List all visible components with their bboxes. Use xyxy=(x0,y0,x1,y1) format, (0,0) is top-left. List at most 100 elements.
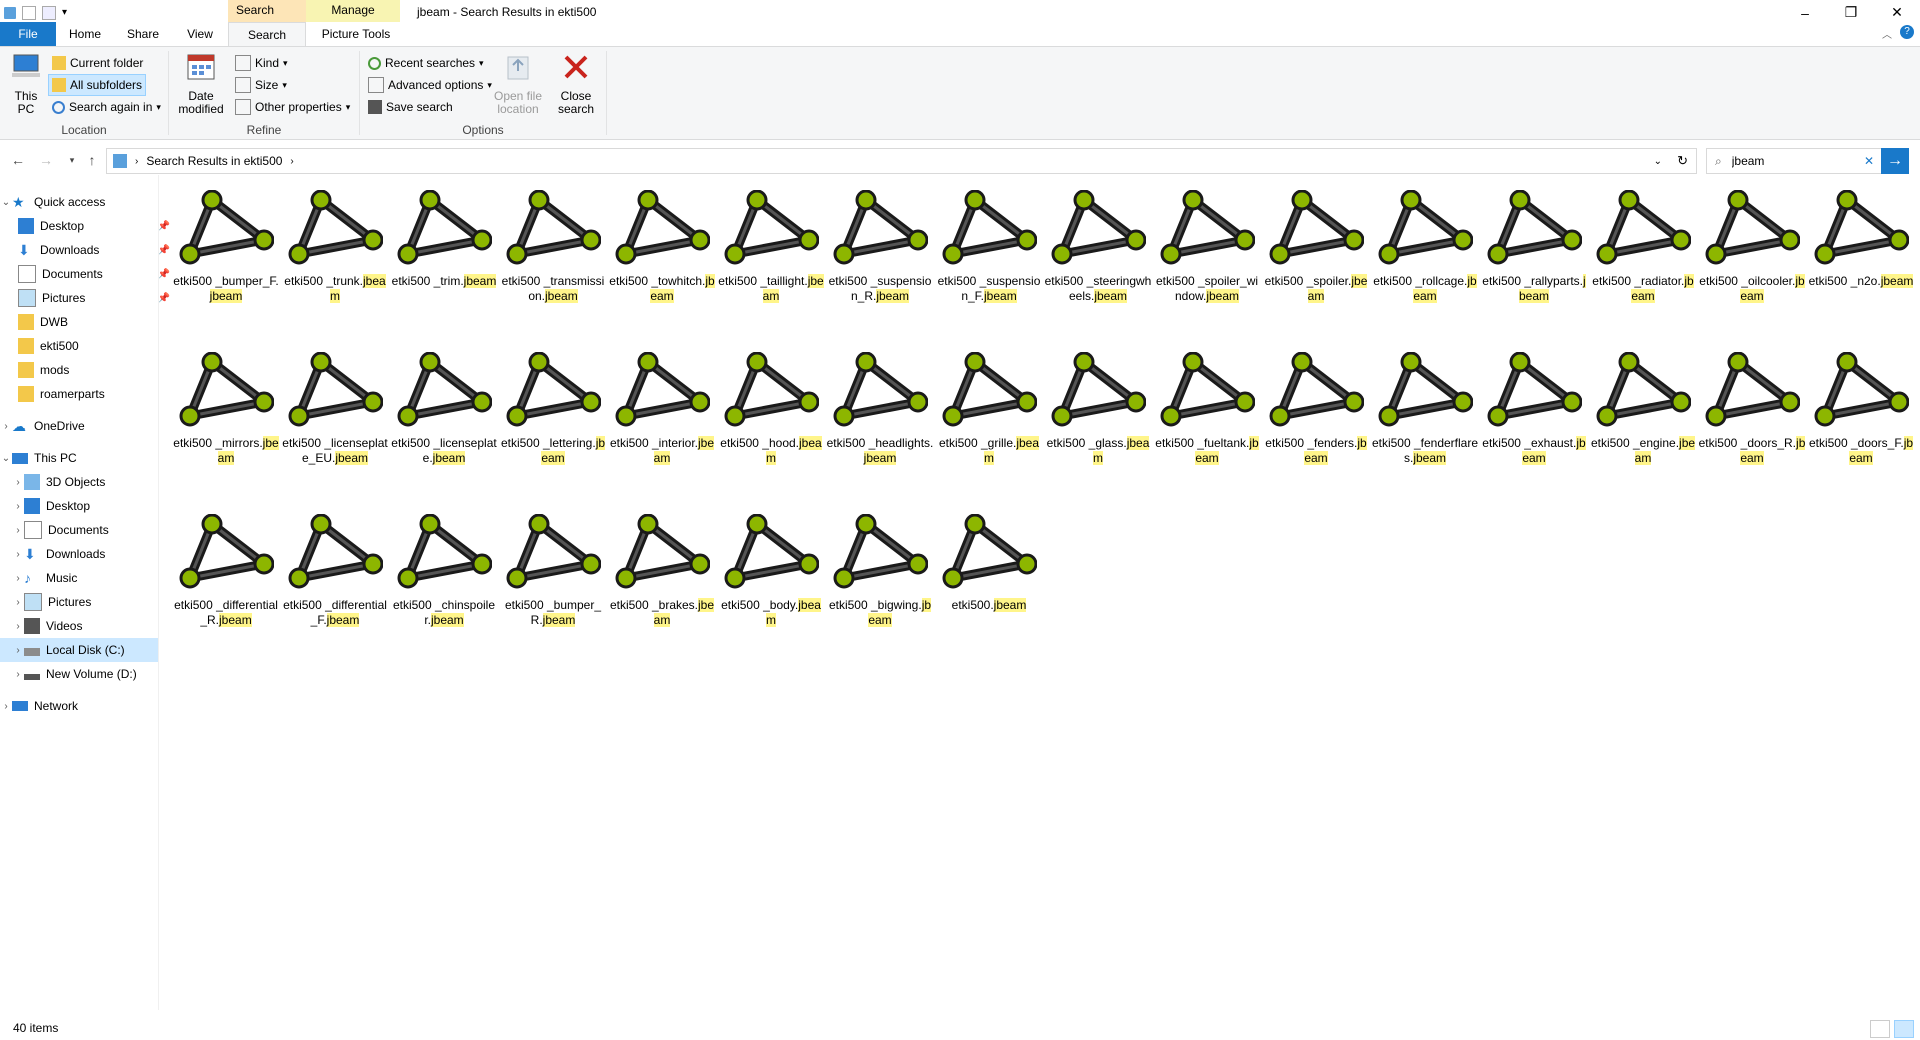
tab-share[interactable]: Share xyxy=(119,22,167,46)
sidebar-item-downloads[interactable]: ⬇ Downloads 📌 xyxy=(0,238,176,262)
sidebar-item-pictures[interactable]: Pictures 📌 xyxy=(0,286,176,310)
pin-icon[interactable]: 📌 xyxy=(158,293,170,304)
tab-picture-tools[interactable]: Picture Tools xyxy=(306,22,406,46)
clear-search-icon[interactable]: ✕ xyxy=(1864,154,1874,168)
recent-searches-button[interactable]: Recent searches ▾ xyxy=(368,53,484,73)
file-item[interactable]: etki500 _licenseplate.jbeam xyxy=(390,352,498,466)
recent-locations-chevron-icon[interactable]: ▾ xyxy=(62,150,82,170)
chevron-right-icon[interactable]: › xyxy=(12,597,24,608)
sidebar-item-documents[interactable]: Documents 📌 xyxy=(0,262,176,286)
other-properties-button[interactable]: Other properties ▾ xyxy=(235,97,350,117)
save-search-button[interactable]: Save search xyxy=(368,97,453,117)
tab-home[interactable]: Home xyxy=(62,22,108,46)
current-folder-button[interactable]: Current folder xyxy=(52,53,143,73)
large-icons-view-icon[interactable] xyxy=(1894,1020,1914,1038)
sidebar-item-this-pc[interactable]: ⌄ This PC xyxy=(0,446,158,470)
file-item[interactable]: etki500 _n2o.jbeam xyxy=(1807,190,1915,289)
file-item[interactable]: etki500 _bumper_F.jbeam xyxy=(172,190,280,304)
search-input[interactable] xyxy=(1729,153,1844,169)
sidebar-item-videos[interactable]: › Videos xyxy=(0,614,158,638)
sidebar-item-pc-documents[interactable]: › Documents xyxy=(0,518,158,542)
file-item[interactable]: etki500 _rollcage.jbeam xyxy=(1371,190,1479,304)
sidebar-item-network[interactable]: › Network xyxy=(0,694,158,718)
forward-arrow-icon[interactable]: → xyxy=(36,150,56,170)
open-file-location-button[interactable]: Open file location xyxy=(490,51,546,116)
file-item[interactable]: etki500 _steeringwheels.jbeam xyxy=(1044,190,1152,304)
properties-icon[interactable] xyxy=(22,5,36,20)
chevron-down-icon[interactable]: ⌄ xyxy=(0,197,12,208)
sidebar-item-pc-desktop[interactable]: › Desktop xyxy=(0,494,158,518)
file-item[interactable]: etki500 _oilcooler.jbeam xyxy=(1698,190,1806,304)
file-item[interactable]: etki500 _fenders.jbeam xyxy=(1262,352,1370,466)
kind-button[interactable]: Kind ▾ xyxy=(235,53,288,73)
chevron-right-icon[interactable]: › xyxy=(12,549,24,560)
sidebar-item-dwb[interactable]: DWB xyxy=(0,310,176,334)
up-arrow-icon[interactable]: ↑ xyxy=(82,150,102,170)
file-item[interactable]: etki500 _hood.jbeam xyxy=(717,352,825,466)
chevron-right-icon[interactable]: › xyxy=(12,477,24,488)
date-modified-button[interactable]: Date modified xyxy=(173,51,229,116)
sidebar-item-pc-pictures[interactable]: › Pictures xyxy=(0,590,158,614)
file-item[interactable]: etki500 _doors_F.jbeam xyxy=(1807,352,1915,466)
file-item[interactable]: etki500 _fueltank.jbeam xyxy=(1153,352,1261,466)
ribbon-minimize-icon[interactable]: ︿ xyxy=(1882,26,1892,41)
breadcrumb[interactable]: Search Results in ekti500 xyxy=(146,154,282,168)
sidebar-item-local-disk-c[interactable]: › Local Disk (C:) xyxy=(0,638,158,662)
help-icon[interactable]: ? xyxy=(1900,25,1914,39)
file-item[interactable]: etki500 _spoiler.jbeam xyxy=(1262,190,1370,304)
file-item[interactable]: etki500 _differential_F.jbeam xyxy=(281,514,389,628)
chevron-right-icon[interactable]: › xyxy=(12,525,24,536)
file-item[interactable]: etki500 _rallyparts.jbeam xyxy=(1480,190,1588,304)
back-arrow-icon[interactable]: ← xyxy=(8,150,28,170)
chevron-right-icon[interactable]: › xyxy=(12,645,24,656)
this-pc-button[interactable]: This PC xyxy=(8,51,44,116)
chevron-right-icon[interactable]: › xyxy=(12,501,24,512)
pin-icon[interactable]: 📌 xyxy=(158,269,170,280)
search-box[interactable]: ⌕ ✕ xyxy=(1706,148,1883,174)
file-item[interactable]: etki500 _engine.jbeam xyxy=(1589,352,1697,466)
file-item[interactable]: etki500 _licenseplate_EU.jbeam xyxy=(281,352,389,466)
file-item[interactable]: etki500 _headlights.jbeam xyxy=(826,352,934,466)
size-button[interactable]: Size ▾ xyxy=(235,75,287,95)
file-item[interactable]: etki500 _spoiler_window.jbeam xyxy=(1153,190,1261,304)
advanced-options-button[interactable]: Advanced options ▾ xyxy=(368,75,492,95)
file-item[interactable]: etki500 _bigwing.jbeam xyxy=(826,514,934,628)
file-item[interactable]: etki500 _bumper_R.jbeam xyxy=(499,514,607,628)
refresh-icon[interactable]: ↻ xyxy=(1677,153,1688,169)
chevron-right-icon[interactable]: › xyxy=(12,669,24,680)
file-item[interactable]: etki500 _body.jbeam xyxy=(717,514,825,628)
sidebar-item-ekti500[interactable]: ekti500 xyxy=(0,334,176,358)
all-subfolders-button[interactable]: All subfolders xyxy=(48,74,147,96)
file-item[interactable]: etki500 _chinspoiler.jbeam xyxy=(390,514,498,628)
file-item[interactable]: etki500 _trunk.jbeam xyxy=(281,190,389,304)
close-search-button[interactable]: Close search xyxy=(552,51,600,116)
chevron-right-icon[interactable]: › xyxy=(12,573,24,584)
sidebar-item-desktop[interactable]: Desktop 📌 xyxy=(0,214,176,238)
file-item[interactable]: etki500 _brakes.jbeam xyxy=(608,514,716,628)
sidebar-item-mods[interactable]: mods xyxy=(0,358,176,382)
chevron-right-icon[interactable]: › xyxy=(12,621,24,632)
tab-view[interactable]: View xyxy=(176,22,224,46)
tab-file[interactable]: File xyxy=(0,22,56,46)
file-item[interactable]: etki500 _radiator.jbeam xyxy=(1589,190,1697,304)
file-item[interactable]: etki500 _fenderflares.jbeam xyxy=(1371,352,1479,466)
chevron-right-icon[interactable]: › xyxy=(0,421,12,432)
sidebar-item-quick-access[interactable]: ⌄ ★ Quick access xyxy=(0,190,158,214)
new-folder-icon[interactable] xyxy=(42,5,56,20)
search-again-button[interactable]: Search again in ▾ xyxy=(52,97,161,117)
file-item[interactable]: etki500 _doors_R.jbeam xyxy=(1698,352,1806,466)
file-item[interactable]: etki500 _suspension_R.jbeam xyxy=(826,190,934,304)
sidebar-item-music[interactable]: › ♪ Music xyxy=(0,566,158,590)
file-item[interactable]: etki500 _interior.jbeam xyxy=(608,352,716,466)
chevron-right-icon[interactable]: › xyxy=(0,701,12,712)
customize-qat-icon[interactable]: ▾ xyxy=(62,7,74,19)
file-item[interactable]: etki500 _grille.jbeam xyxy=(935,352,1043,466)
pin-icon[interactable]: 📌 xyxy=(158,245,170,256)
tab-search[interactable]: Search xyxy=(228,22,306,47)
details-view-icon[interactable] xyxy=(1870,1020,1890,1038)
file-item[interactable]: etki500 _exhaust.jbeam xyxy=(1480,352,1588,466)
file-item[interactable]: etki500 _trim.jbeam xyxy=(390,190,498,289)
sidebar-item-3d-objects[interactable]: › 3D Objects xyxy=(0,470,158,494)
file-item[interactable]: etki500 _taillight.jbeam xyxy=(717,190,825,304)
file-item[interactable]: etki500 _towhitch.jbeam xyxy=(608,190,716,304)
